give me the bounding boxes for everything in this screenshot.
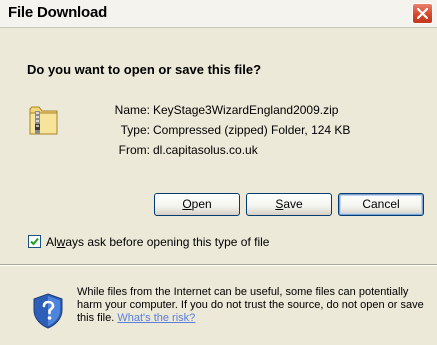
file-source-value: dl.capitasolus.co.uk [153,143,258,157]
always-ask-label-end: ays ask before opening this type of file [65,235,270,249]
open-button-mnemonic: O [182,197,192,211]
security-warning: While files from the Internet can be use… [77,286,427,325]
type-label: Type: [120,123,150,137]
close-icon [417,8,428,19]
from-label: From: [118,143,150,157]
dialog-question: Do you want to open or save this file? [27,62,262,77]
security-shield-icon [32,293,64,329]
save-button[interactable]: Save [246,193,332,216]
always-ask-label[interactable]: Always ask before opening this type of f… [46,235,269,249]
title-bar[interactable]: File Download [0,0,437,28]
section-divider [0,264,437,266]
file-name-value: KeyStage3WizardEngland2009.zip [153,103,339,117]
close-button[interactable] [412,3,433,24]
cancel-button[interactable]: Cancel [338,193,424,216]
always-ask-label-start: Al [46,235,57,249]
open-button-label: pen [191,197,212,211]
file-type-value: Compressed (zipped) Folder, 124 KB [153,123,351,137]
open-button[interactable]: Open [154,193,240,216]
whats-the-risk-link[interactable]: What's the risk? [117,312,195,324]
save-button-label: ave [283,197,303,211]
checkmark-icon [30,237,39,246]
file-info-labels: Name: Type: From: [94,100,150,160]
window-title: File Download [8,4,108,21]
file-info-values: KeyStage3WizardEngland2009.zip Compresse… [153,100,350,160]
always-ask-checkbox[interactable] [28,235,41,248]
file-download-dialog: File Download Do you want to open or sav… [0,0,437,345]
name-label: Name: [114,103,150,117]
zip-folder-icon [27,101,61,137]
